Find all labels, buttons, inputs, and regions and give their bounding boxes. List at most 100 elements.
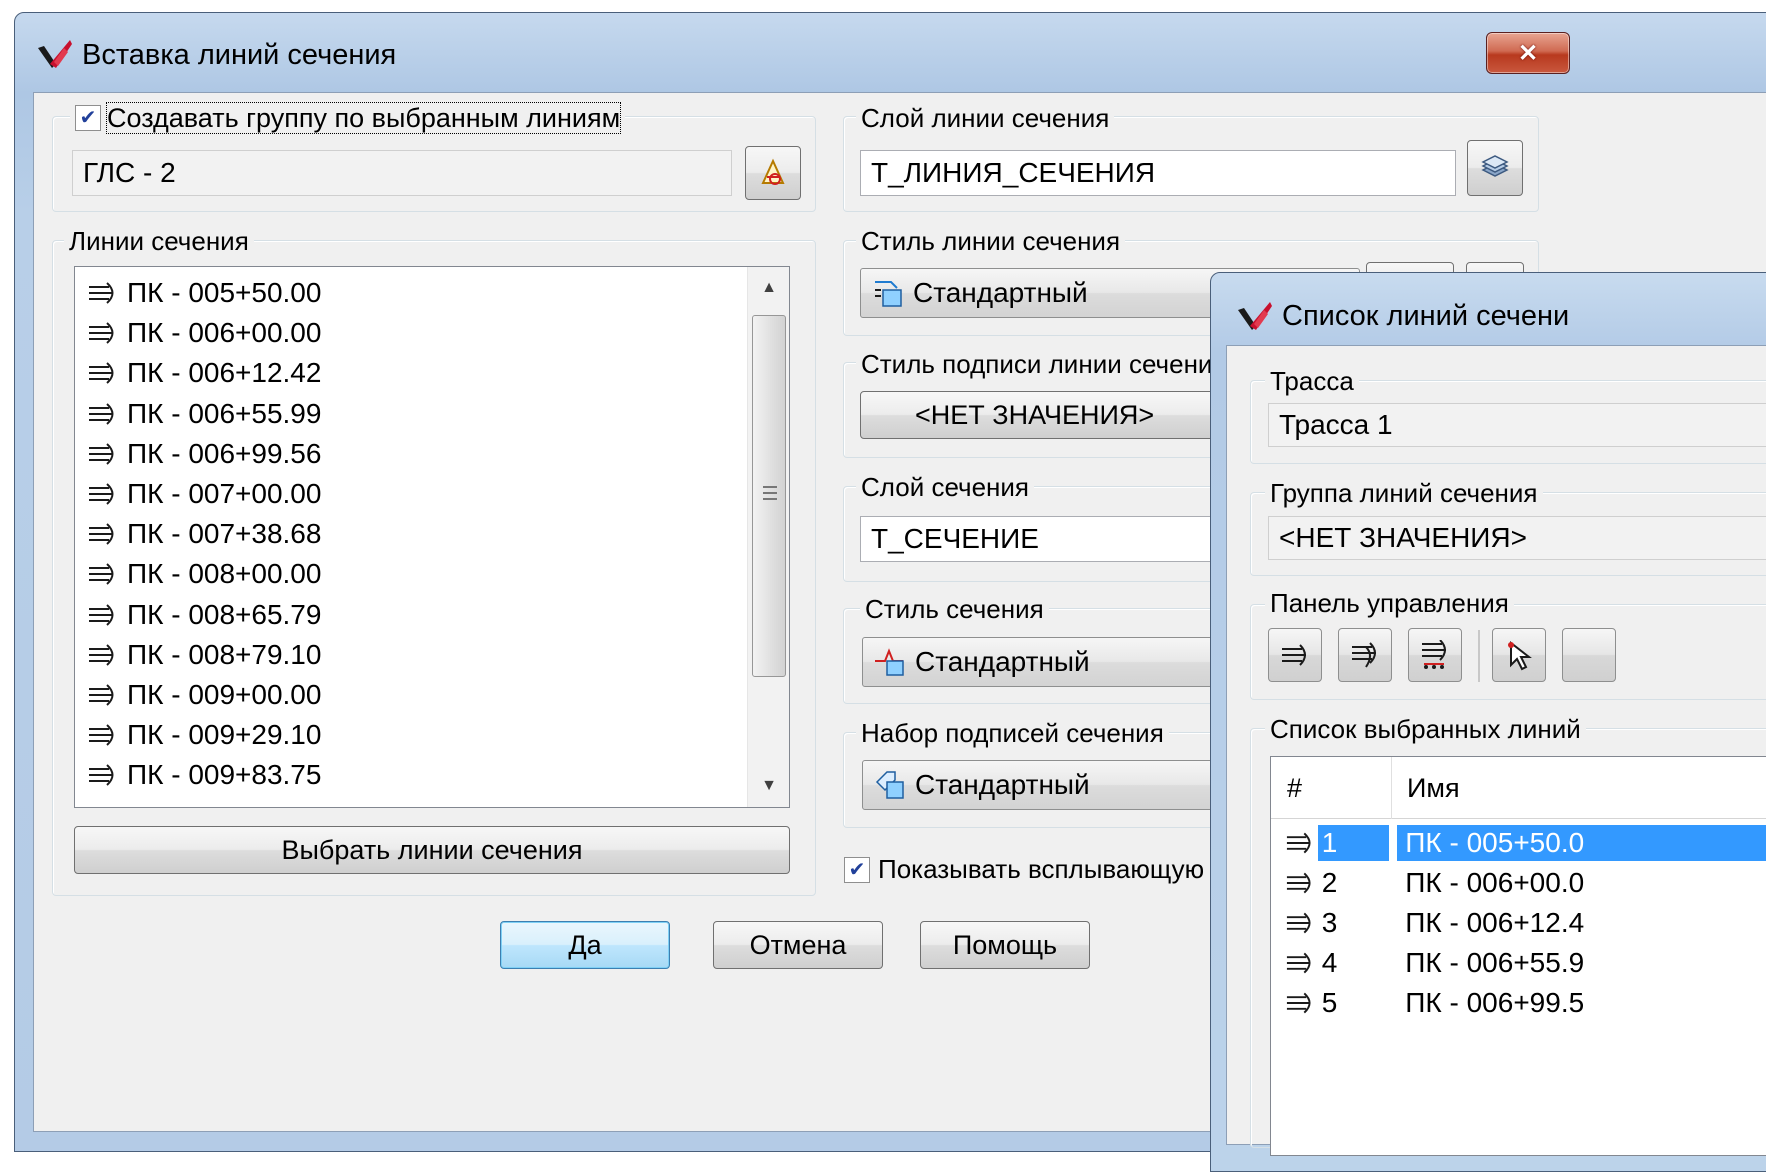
list-item[interactable]: ПК - 007+38.68 — [87, 514, 321, 554]
label-style-combo[interactable]: <НЕТ ЗНАЧЕНИЯ> — [860, 391, 1260, 439]
style-icon — [875, 281, 902, 307]
scroll-thumb[interactable] — [752, 315, 786, 677]
label-set-label: Набор подписей сечения — [856, 718, 1169, 748]
close-icon: ✕ — [1517, 39, 1539, 67]
section-line-icon — [89, 443, 114, 465]
list-item-label: ПК - 009+83.75 — [127, 759, 322, 791]
section-layer-field[interactable]: Т_СЕЧЕНИЕ — [860, 516, 1260, 562]
grid-column-number[interactable]: # — [1287, 773, 1302, 804]
section-line-icon — [89, 322, 114, 344]
alignment-field[interactable]: Трасса 1 — [1268, 403, 1766, 447]
alignment-label: Трасса — [1265, 366, 1359, 396]
scroll-down-button[interactable]: ▼ — [748, 765, 789, 807]
group-name-field[interactable]: ГЛС - 2 — [72, 150, 732, 196]
list-window-title: Список линий сечени — [1282, 300, 1570, 332]
list-scrollbar[interactable]: ▲ ▼ — [747, 267, 789, 807]
scroll-up-button[interactable]: ▲ — [748, 267, 789, 309]
section-style-value: Стандартный — [915, 646, 1090, 677]
section-line-icon — [1286, 992, 1311, 1014]
section-line-icon — [89, 603, 114, 626]
window-title: Вставка линий сечения — [82, 39, 397, 71]
table-row[interactable]: 5 ПК - 006+99.5 — [1271, 983, 1766, 1023]
toolbar-pick-button[interactable] — [1492, 628, 1546, 682]
row-name: ПК - 005+50.0 — [1397, 825, 1766, 861]
toolbar-more-button[interactable] — [1562, 628, 1616, 682]
help-button[interactable]: Помощь — [920, 921, 1090, 969]
section-line-icon — [1282, 644, 1306, 666]
list-item[interactable]: ПК - 008+00.00 — [87, 554, 321, 594]
list-item-label: ПК - 008+65.79 — [127, 598, 322, 630]
section-line-icon — [89, 282, 114, 304]
row-name: ПК - 006+55.9 — [1405, 947, 1585, 978]
row-name: ПК - 006+99.5 — [1405, 987, 1585, 1018]
list-item-label: ПК - 009+00.00 — [127, 679, 322, 710]
list-item[interactable]: ПК - 006+55.99 — [87, 394, 321, 434]
section-lines-list[interactable]: ПК - 005+50.00 ПК - 006+00.00 ПК - 006+12.… — [74, 266, 790, 808]
list-item-label: ПК - 008+79.10 — [127, 638, 322, 670]
table-row[interactable]: 1 ПК - 005+50.0 — [1271, 823, 1766, 863]
row-number: 3 — [1321, 907, 1338, 938]
app-logo-icon — [34, 34, 74, 74]
section-lines-label: Линии сечения — [64, 226, 254, 256]
section-line-icon — [1286, 872, 1311, 894]
sample-line-group-field[interactable]: <НЕТ ЗНАЧЕНИЯ> — [1268, 516, 1766, 560]
create-group-checkbox[interactable]: ✔ — [75, 105, 101, 131]
section-style-combo[interactable]: Стандартный — [862, 637, 1262, 687]
list-item[interactable]: ПК - 007+00.00 — [87, 474, 321, 514]
close-button[interactable]: ✕ — [1486, 32, 1570, 74]
label-style-label: Стиль подписи линии сечения — [856, 349, 1232, 379]
section-line-icon — [1286, 912, 1311, 934]
row-number: 5 — [1321, 987, 1338, 1018]
list-item[interactable]: ПК - 009+29.10 — [87, 715, 321, 755]
label-set-icon — [875, 771, 904, 799]
list-item-label: ПК - 006+00.00 — [127, 317, 322, 349]
list-item-label: ПК - 008+00.00 — [127, 558, 322, 590]
table-row[interactable]: 4 ПК - 006+55.9 — [1271, 943, 1766, 983]
selected-lines-grid[interactable]: # Имя 1 ПК - 005+50.0 2 ПК - 006+00.0 3 ПК - … — [1270, 756, 1766, 1156]
section-line-icon — [89, 644, 114, 666]
label-set-value: Стандартный — [915, 769, 1090, 800]
section-line-layer-field[interactable]: Т_ЛИНИЯ_СЕЧЕНИЯ — [860, 150, 1456, 196]
cancel-button[interactable]: Отмена — [713, 921, 883, 969]
list-window-logo-icon — [1234, 296, 1274, 336]
grid-header: # Имя — [1271, 757, 1766, 819]
table-row[interactable]: 3 ПК - 006+12.4 — [1271, 903, 1766, 943]
toolbar-add-line-button[interactable] — [1268, 628, 1322, 682]
show-tooltip-checkbox[interactable]: ✔ — [844, 856, 870, 883]
section-line-style-label: Стиль линии сечения — [856, 226, 1126, 256]
list-item[interactable]: ПК - 009+00.00 — [87, 675, 321, 715]
grid-column-divider — [1391, 757, 1392, 819]
list-item[interactable]: ПК - 006+99.56 — [87, 434, 321, 474]
section-line-layer-label: Слой линии сечения — [856, 103, 1115, 133]
list-item-label: ПК - 006+12.42 — [127, 357, 322, 389]
label-set-combo[interactable]: Стандартный — [862, 760, 1262, 810]
list-item-label: ПК - 007+00.00 — [127, 478, 322, 509]
multiple-section-lines-icon — [1352, 642, 1376, 668]
list-item[interactable]: ПК - 008+79.10 — [87, 635, 321, 675]
table-row[interactable]: 2 ПК - 006+00.0 — [1271, 863, 1766, 903]
list-item[interactable]: ПК - 006+12.42 — [87, 353, 321, 393]
ok-button[interactable]: Да — [500, 921, 670, 969]
section-line-icon — [1286, 832, 1311, 854]
list-item[interactable]: ПК - 005+50.00 — [87, 273, 321, 313]
list-item-label: ПК - 005+50.00 — [127, 277, 322, 308]
pick-cursor-icon — [1508, 640, 1532, 671]
section-line-icon — [89, 362, 114, 385]
list-item-label: ПК - 007+38.68 — [127, 518, 322, 550]
pick-group-button[interactable] — [745, 146, 801, 200]
select-section-lines-button[interactable]: Выбрать линии сечения — [74, 826, 790, 874]
create-group-checkbox-row[interactable]: ✔ Создавать группу по выбранным линиям — [70, 102, 626, 134]
layer-button[interactable] — [1467, 140, 1523, 196]
section-style-label: Стиль сечения — [860, 594, 1049, 624]
list-item[interactable]: ПК - 009+83.75 — [87, 755, 321, 795]
list-item-label: ПК - 006+99.56 — [127, 437, 322, 469]
section-line-icon — [89, 764, 114, 787]
list-item-label: ПК - 006+55.99 — [127, 397, 322, 429]
control-panel-label: Панель управления — [1265, 588, 1514, 618]
grid-column-name[interactable]: Имя — [1407, 773, 1460, 804]
show-tooltip-checkbox-row[interactable]: ✔ Показывать всплывающую — [844, 854, 1204, 885]
list-item[interactable]: ПК - 006+00.00 — [87, 313, 321, 353]
toolbar-add-multiple-button[interactable] — [1338, 628, 1392, 682]
list-item[interactable]: ПК - 008+65.79 — [87, 595, 321, 635]
toolbar-add-by-range-button[interactable] — [1408, 628, 1462, 682]
